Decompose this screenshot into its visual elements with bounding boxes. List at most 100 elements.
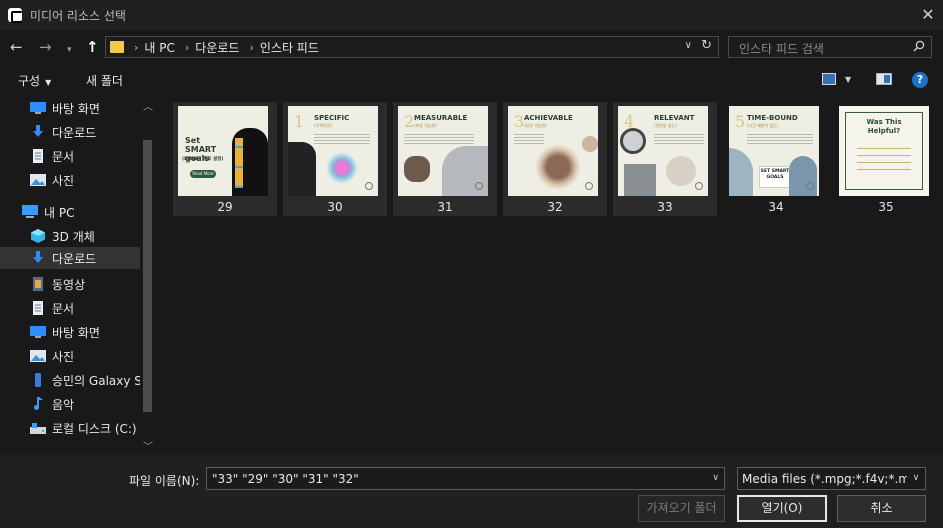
thumbnail-number: 2 [404,112,415,131]
refresh-icon[interactable]: ↻ [701,38,712,53]
sidebar-item-label: 문서 [52,149,75,164]
file-thumbnail: 3 ACHIEVABLE (달성 가능한) [508,106,598,196]
search-box[interactable]: 인스타 피드 검색 [728,36,932,58]
address-bar[interactable]: › 내 PC › 다운로드 › 인스타 피드 ∨ ↻ [105,36,719,58]
open-button[interactable]: 열기(O) [737,495,827,522]
breadcrumb-this-pc[interactable]: 내 PC [144,39,174,56]
file-item-30[interactable]: 1 SPECIFIC (구체적인) 30 [283,102,387,216]
file-item-31[interactable]: 2 MEASURABLE (측정 가능한) 31 [393,102,497,216]
sidebar-item-label: 다운로드 [52,251,97,266]
document-icon [30,149,46,163]
chevron-down-icon[interactable]: ∨ [712,473,719,483]
thumbnail-number: 5 [735,112,746,131]
desktop-icon [30,101,46,115]
sidebar-item-label: 내 PC [44,205,75,220]
scrollbar-thumb[interactable] [143,140,152,412]
view-mode-icon[interactable] [822,73,836,85]
sidebar-item-label: 3D 개체 [52,229,95,244]
download-icon [30,251,46,265]
sidebar-item-videos[interactable]: 동영상 [30,273,155,295]
file-thumbnail: 1 SPECIFIC (구체적인) [288,106,378,196]
download-icon [30,125,46,139]
chevron-right-icon[interactable]: › [249,41,253,54]
search-icon[interactable] [913,40,925,52]
sidebar-item-label: 다운로드 [52,125,97,140]
search-input[interactable]: 인스타 피드 검색 [739,40,824,57]
video-icon [30,277,46,291]
help-icon[interactable]: ? [912,72,928,88]
thumbnail-title: MEASURABLE [414,114,468,122]
sidebar-item-3d-objects[interactable]: 3D 개체 [30,225,155,247]
sidebar-item-label: 음악 [52,397,75,412]
arch-image [288,142,316,196]
file-type-value[interactable]: Media files (*.mpg;*.f4v;*.mov; [742,472,925,486]
organize-menu[interactable]: 구성 ▼ [18,72,51,89]
file-item-35[interactable]: Was This Helpful? 35 [834,102,938,216]
forward-arrow-icon[interactable]: → [39,38,52,56]
chevron-right-icon[interactable]: › [185,41,189,54]
preview-pane-icon[interactable] [876,73,892,85]
close-icon[interactable]: ✕ [913,0,943,30]
thumbnail-subtitle: (관련성 있는) [654,123,677,128]
arrow-circle-icon [365,182,373,190]
music-icon [30,397,46,411]
arrow-circle-icon [806,182,814,190]
file-name: 33 [657,200,673,214]
address-history-chevron-icon[interactable]: ∨ [685,40,692,51]
thumbnail-subtitle: (SMART 목표 설정) [182,157,224,162]
view-mode-caret-icon[interactable]: ▼ [845,75,851,84]
file-name: 29 [217,200,233,214]
file-thumbnail: Set SMART goals (SMART 목표 설정) Read More [178,106,268,196]
sidebar-item-label: 사진 [52,173,75,188]
thumbnail-body-text [747,132,813,146]
thumbnail-title: Was This Helpful? [866,118,902,135]
sidebar-item-galaxy-phone[interactable]: 승민의 Galaxy S [30,369,155,391]
window-title: 미디어 리소스 선택 [30,8,126,23]
sign-image: SET SMART GOALS [759,166,791,188]
sidebar-item-pictures-quick[interactable]: 사진 [30,169,155,191]
file-item-34[interactable]: 5 TIME-BOUND (시간 제한이 있는) SET SMART GOALS… [724,102,828,216]
recent-locations-chevron-icon[interactable]: ▾ [67,41,72,59]
sidebar-item-music[interactable]: 음악 [30,393,155,415]
file-item-32[interactable]: 3 ACHIEVABLE (달성 가능한) 32 [503,102,607,216]
file-name-field[interactable]: "33" "29" "30" "31" "32" ∨ [206,467,725,490]
cancel-button[interactable]: 취소 [837,495,926,522]
chevron-down-icon[interactable]: ∨ [907,468,925,489]
sidebar-item-documents-quick[interactable]: 문서 [30,145,155,167]
back-arrow-icon[interactable]: ← [10,38,23,56]
scroll-down-icon[interactable]: ﹀ [143,438,153,453]
sidebar-item-this-pc[interactable]: 내 PC [22,201,155,223]
up-arrow-icon[interactable]: ↑ [86,38,99,56]
picture-icon [30,349,46,363]
folder-icon [110,41,124,53]
sidebar-item-downloads[interactable]: 다운로드 [0,247,140,269]
sidebar-item-downloads-quick[interactable]: 다운로드 [30,121,155,143]
sidebar-item-label: 사진 [52,349,75,364]
command-bar: 구성 ▼ 새 폴더 ▼ ? [0,64,943,96]
sidebar-item-local-disk[interactable]: 로컬 디스크 (C:) [30,417,155,439]
file-name-value[interactable]: "33" "29" "30" "31" "32" [212,472,359,486]
sidebar-item-desktop[interactable]: 바탕 화면 [30,321,155,343]
sidebar-item-pictures[interactable]: 사진 [30,345,155,367]
chevron-right-icon[interactable]: › [134,41,138,54]
file-item-29[interactable]: Set SMART goals (SMART 목표 설정) Read More … [173,102,277,216]
sidebar-scrollbar[interactable]: ︿ ﹀ [140,96,155,455]
file-type-select[interactable]: Media files (*.mpg;*.f4v;*.mov; ∨ [737,467,926,490]
file-list: Set SMART goals (SMART 목표 설정) Read More … [158,96,943,455]
file-name: 30 [327,200,343,214]
sidebar-item-documents[interactable]: 문서 [30,297,155,319]
new-folder-button[interactable]: 새 폴더 [86,72,123,89]
navigation-pane: 바탕 화면 다운로드 문서 사진 내 PC 3D 개체 다운로드 동영상 문서 … [0,96,155,455]
sidebar-item-desktop-quick[interactable]: 바탕 화면 [30,97,155,119]
file-item-33[interactable]: 4 RELEVANT (관련성 있는) 33 [613,102,717,216]
thumbnail-title: ACHIEVABLE [524,114,573,122]
navigation-bar: ← → ▾ ↑ › 내 PC › 다운로드 › 인스타 피드 ∨ ↻ 인스타 피… [0,30,943,64]
cube-icon [30,229,46,243]
breadcrumb-downloads[interactable]: 다운로드 [195,39,239,56]
file-thumbnail: 5 TIME-BOUND (시간 제한이 있는) SET SMART GOALS [729,106,819,196]
thumbnail-subtitle: (구체적인) [314,123,332,128]
breadcrumb-insta-feed[interactable]: 인스타 피드 [260,39,319,56]
scroll-up-icon[interactable]: ︿ [143,98,153,113]
photo-image [729,148,753,196]
import-folder-button[interactable]: 가져오기 폴더 [638,495,725,522]
